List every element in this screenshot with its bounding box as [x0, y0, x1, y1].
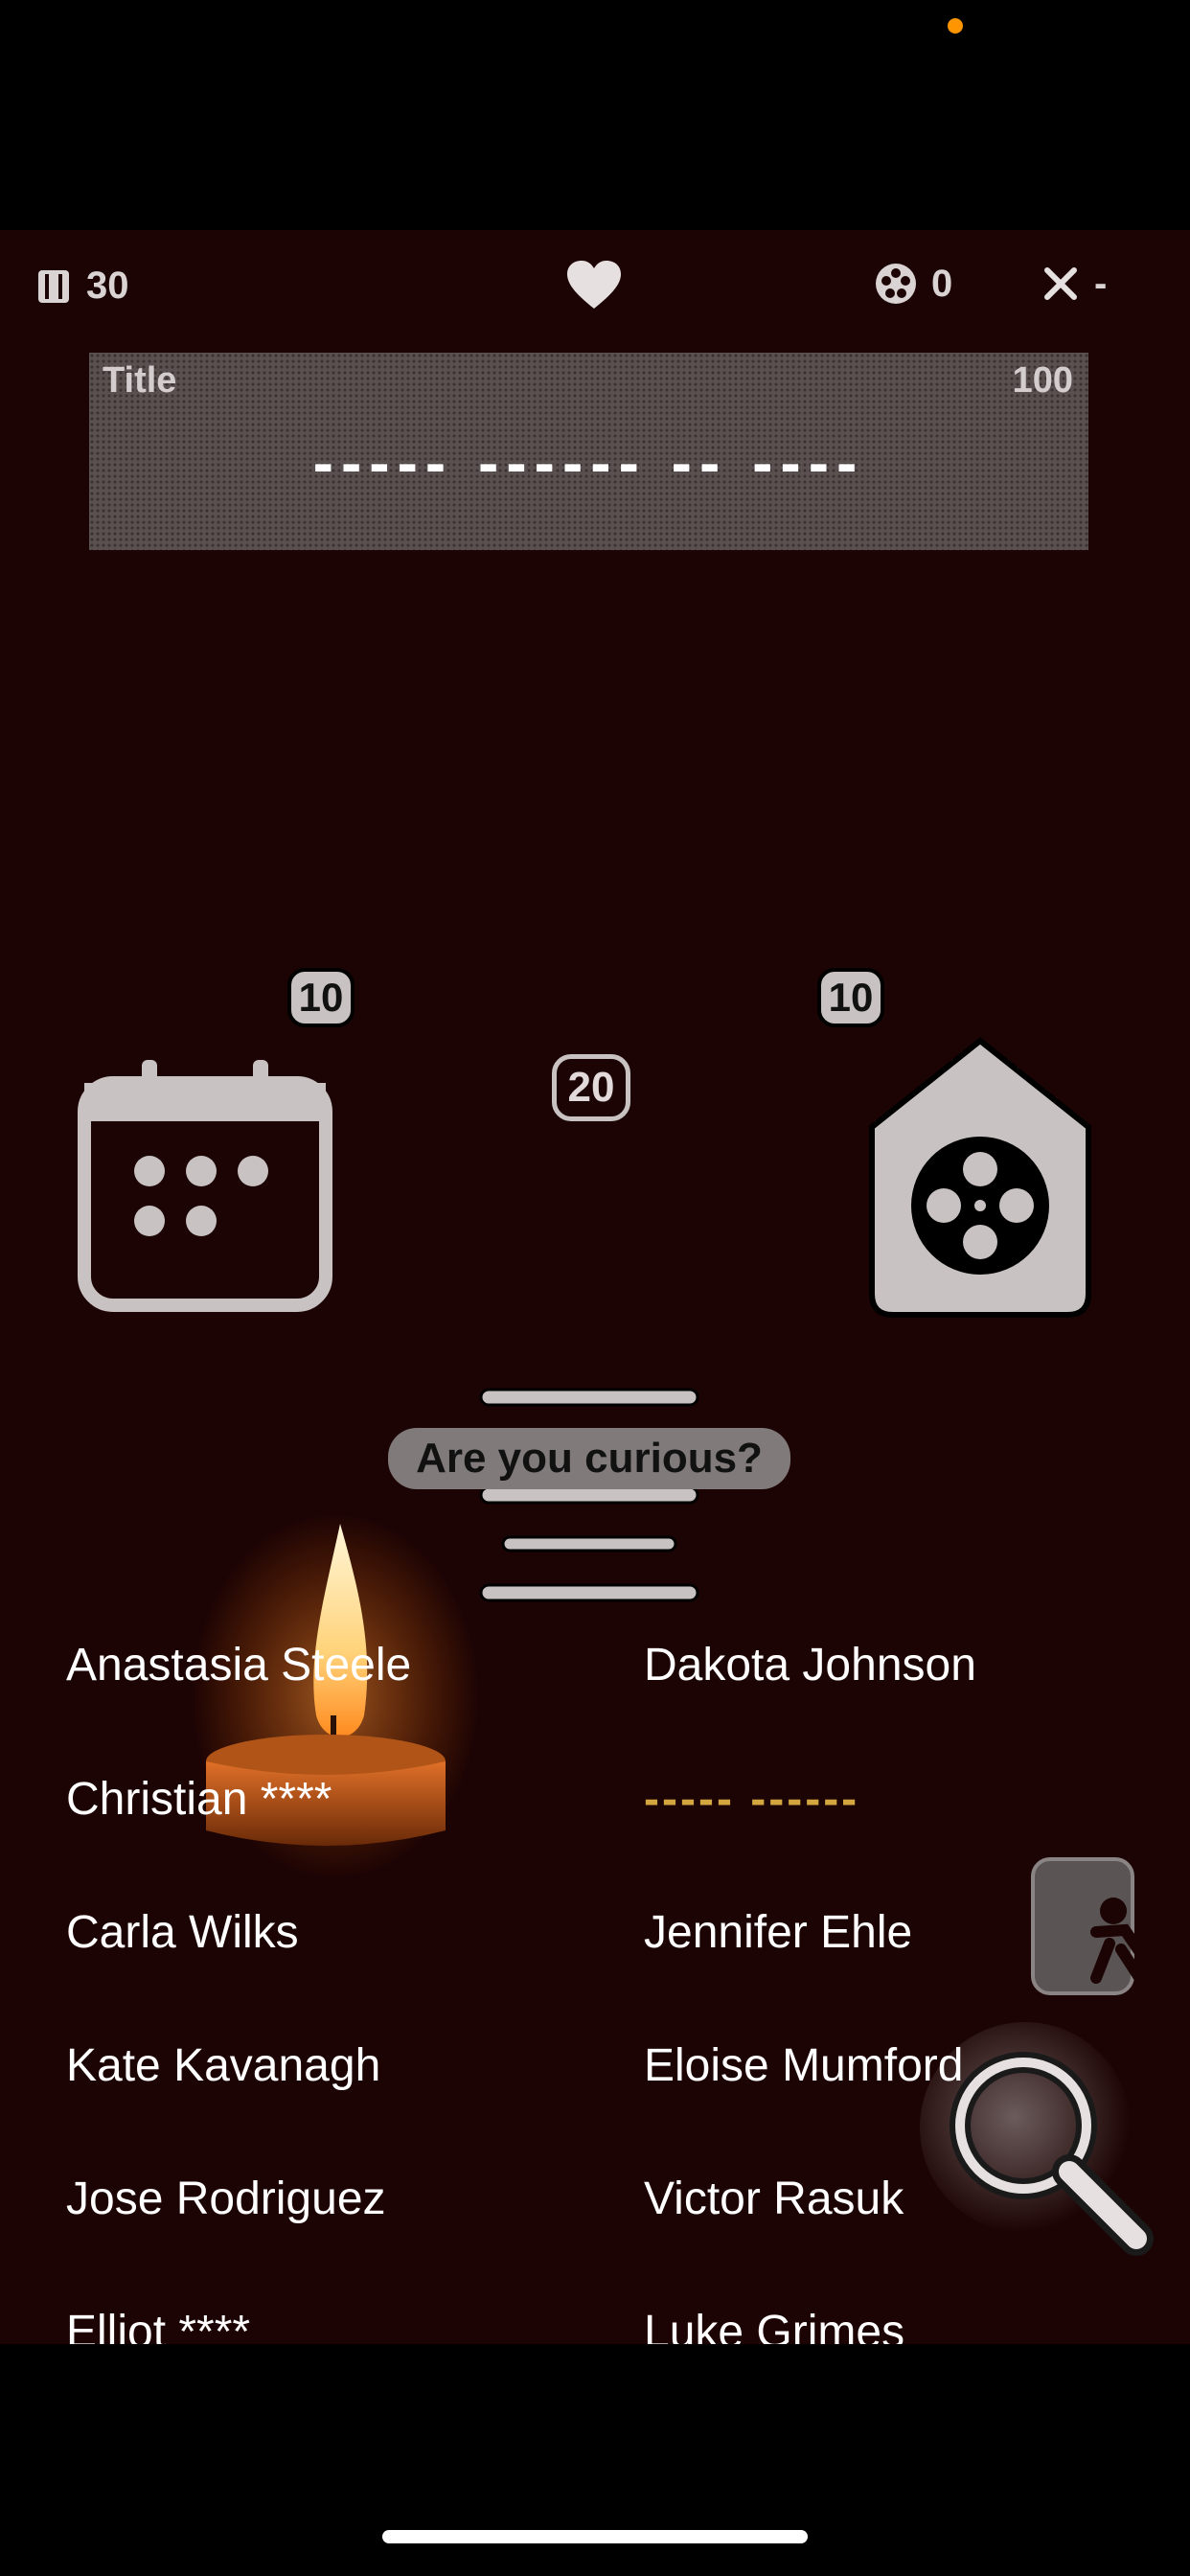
heart-icon[interactable] — [565, 259, 623, 312]
cards-icon — [38, 270, 69, 303]
candle-icon — [192, 1514, 479, 1878]
actor-name: Luke Grimes — [644, 2307, 905, 2344]
home-indicator[interactable] — [382, 2530, 808, 2543]
calendar-hint-cost-badge: 10 — [287, 968, 355, 1027]
cards-counter: 30 — [34, 259, 129, 312]
character-name: Anastasia Steele — [66, 1640, 412, 1690]
character-name: Carla Wilks — [66, 1907, 299, 1958]
search-button[interactable] — [920, 2022, 1161, 2264]
character-name: Kate Kavanagh — [66, 2040, 381, 2091]
character-name: Elliot **** — [66, 2307, 251, 2344]
calendar-hint-cost: 10 — [298, 975, 344, 1020]
close-icon — [1044, 267, 1077, 300]
film-hint-cost: 10 — [828, 975, 874, 1020]
score-value: 0 — [931, 262, 953, 305]
close-button[interactable]: - — [1042, 257, 1107, 310]
reveal-person-button[interactable] — [1029, 1855, 1173, 1997]
title-label: Title — [103, 360, 177, 401]
game-screen: 30 0 - Title 100 ----- ------ -- ---- 10 — [0, 230, 1190, 2344]
close-value: - — [1094, 262, 1108, 305]
curious-button[interactable]: Are you curious? — [388, 1428, 790, 1489]
actor-name: Victor Rasuk — [644, 2174, 904, 2224]
title-points: 100 — [1012, 360, 1073, 401]
film-hint-cost-badge: 10 — [817, 968, 884, 1027]
actor-name: Eloise Mumford — [644, 2040, 964, 2091]
curious-label: Are you curious? — [416, 1435, 763, 1482]
character-name: Christian **** — [66, 1774, 332, 1825]
cards-count: 30 — [86, 264, 129, 307]
status-indicator-dot — [948, 18, 963, 34]
title-box: Title 100 ----- ------ -- ---- — [89, 353, 1088, 550]
film-tag-icon[interactable] — [862, 1035, 1098, 1322]
actor-name: Jennifer Ehle — [644, 1907, 913, 1958]
masked-title: ----- ------ -- ---- — [312, 428, 865, 497]
text-lines-icon[interactable] — [479, 1380, 701, 1610]
hidden-actor-name[interactable]: ----- ------ — [644, 1773, 859, 1826]
reel-icon — [876, 264, 916, 304]
character-name: Jose Rodriguez — [66, 2174, 386, 2224]
actor-name: Dakota Johnson — [644, 1640, 976, 1690]
lines-hint-cost-badge: 20 — [552, 1054, 630, 1121]
lines-hint-cost: 20 — [567, 1064, 615, 1111]
calendar-icon[interactable] — [77, 1056, 333, 1313]
score-counter: 0 — [874, 257, 952, 310]
